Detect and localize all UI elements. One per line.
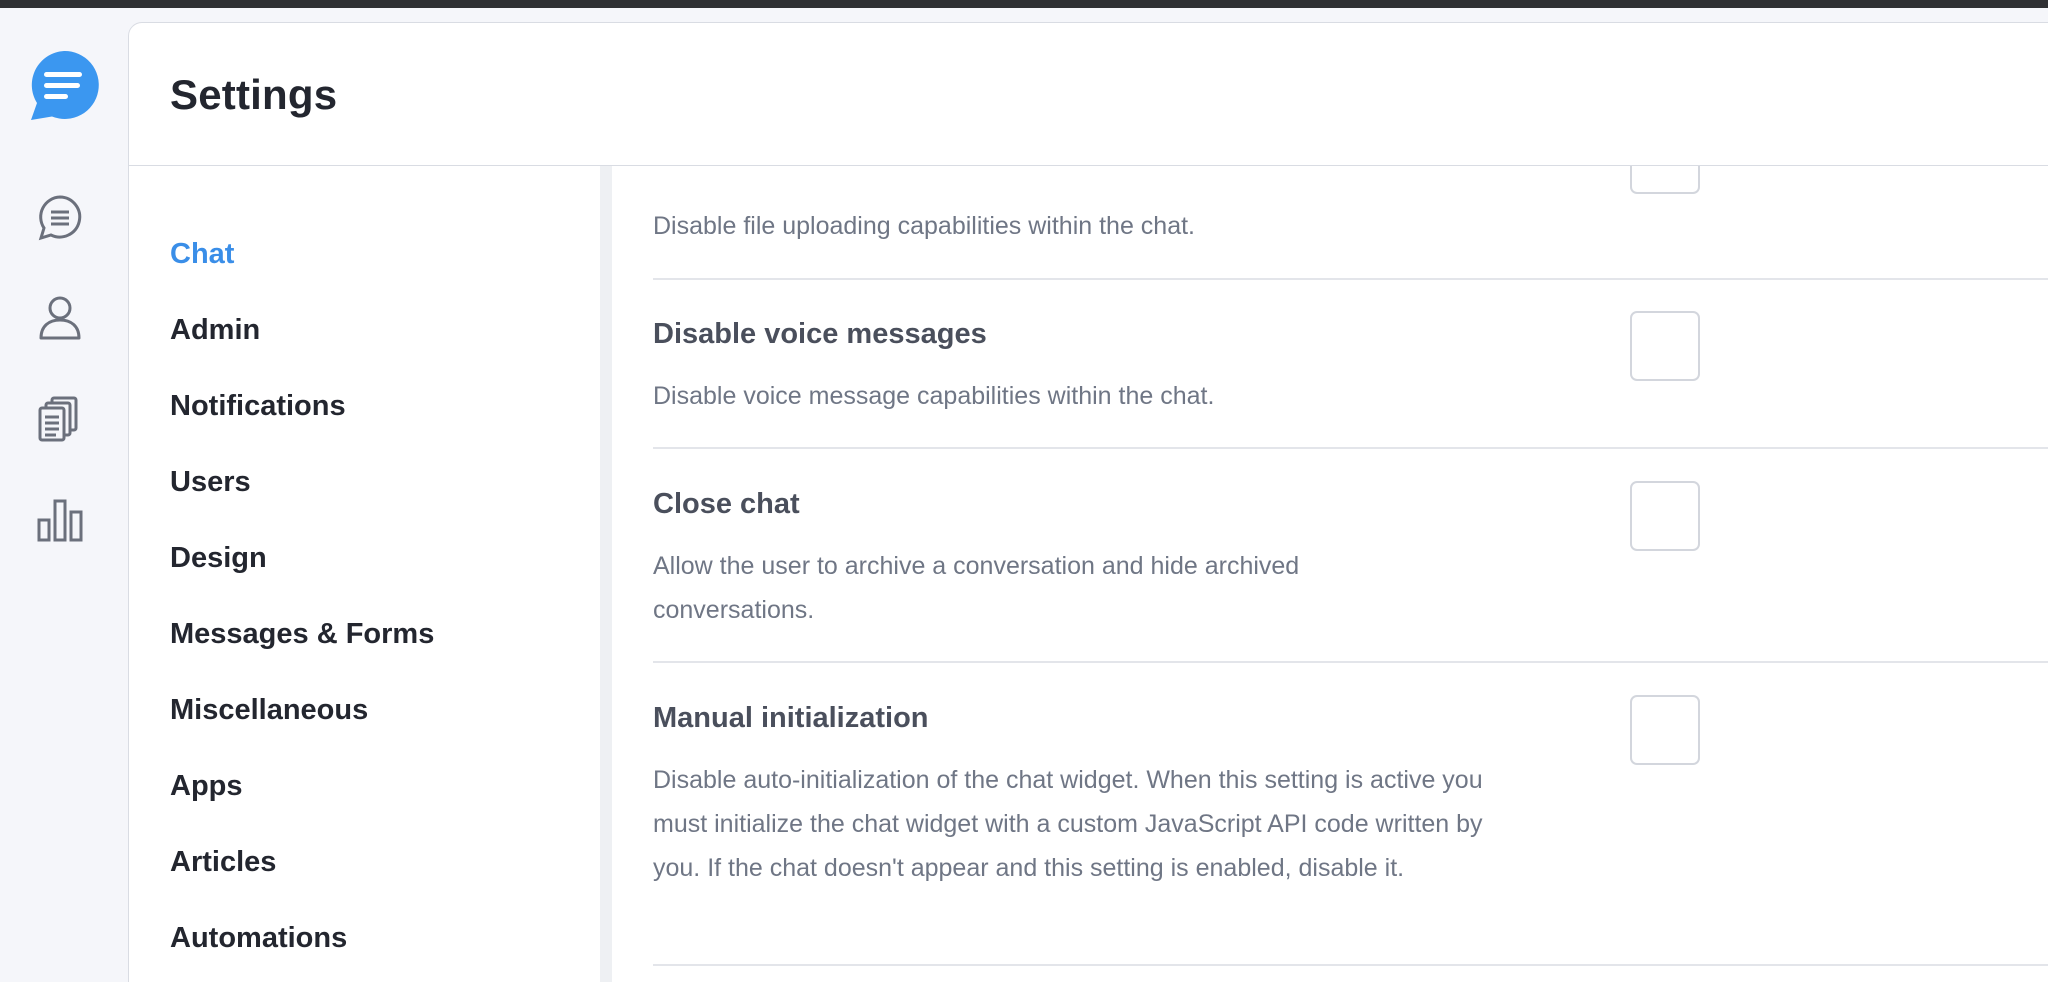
nav-item-articles[interactable]: Articles — [170, 846, 276, 879]
nav-item-notifications[interactable]: Notifications — [170, 390, 346, 423]
disable-file-uploading-checkbox[interactable] — [1630, 166, 1700, 194]
setting-separator — [653, 278, 2048, 280]
setting-title: Disable voice messages — [653, 318, 987, 350]
settings-panel: Settings Chat Admin Notifications Users … — [128, 22, 2048, 982]
nav-item-apps[interactable]: Apps — [170, 770, 243, 803]
conversations-icon[interactable] — [34, 191, 86, 243]
close-chat-checkbox[interactable] — [1630, 481, 1700, 551]
setting-separator — [653, 661, 2048, 663]
page-title: Settings — [170, 71, 338, 118]
setting-description: Disable auto-initialization of the chat … — [653, 766, 1483, 882]
bar-chart-icon[interactable] — [34, 493, 86, 545]
nav-item-miscellaneous[interactable]: Miscellaneous — [170, 694, 368, 727]
icon-sidebar — [0, 8, 128, 982]
setting-separator — [653, 964, 2048, 966]
nav-item-messages-forms[interactable]: Messages & Forms — [170, 618, 434, 651]
logo[interactable] — [28, 43, 100, 121]
window-top-bar — [0, 0, 2048, 8]
documents-icon[interactable] — [34, 393, 86, 445]
nav-item-automations[interactable]: Automations — [170, 922, 347, 955]
nav-item-chat[interactable]: Chat — [170, 238, 234, 271]
settings-nav: Chat Admin Notifications Users Design Me… — [129, 166, 599, 982]
setting-separator — [653, 447, 2048, 449]
manual-initialization-checkbox[interactable] — [1630, 695, 1700, 765]
setting-description: Allow the user to archive a conversation… — [653, 552, 1300, 624]
nav-item-design[interactable]: Design — [170, 542, 267, 575]
panel-divider — [600, 166, 612, 982]
settings-content: Disable file uploading capabilities with… — [612, 166, 2048, 982]
setting-description: Disable file uploading capabilities with… — [653, 212, 1195, 240]
setting-description: Disable voice message capabilities withi… — [653, 382, 1215, 410]
setting-title: Manual initialization — [653, 702, 929, 734]
user-icon[interactable] — [34, 291, 86, 343]
nav-item-users[interactable]: Users — [170, 466, 251, 499]
panel-header: Settings — [129, 23, 2048, 166]
disable-voice-messages-checkbox[interactable] — [1630, 311, 1700, 381]
nav-item-admin[interactable]: Admin — [170, 314, 260, 347]
setting-title: Close chat — [653, 488, 800, 520]
